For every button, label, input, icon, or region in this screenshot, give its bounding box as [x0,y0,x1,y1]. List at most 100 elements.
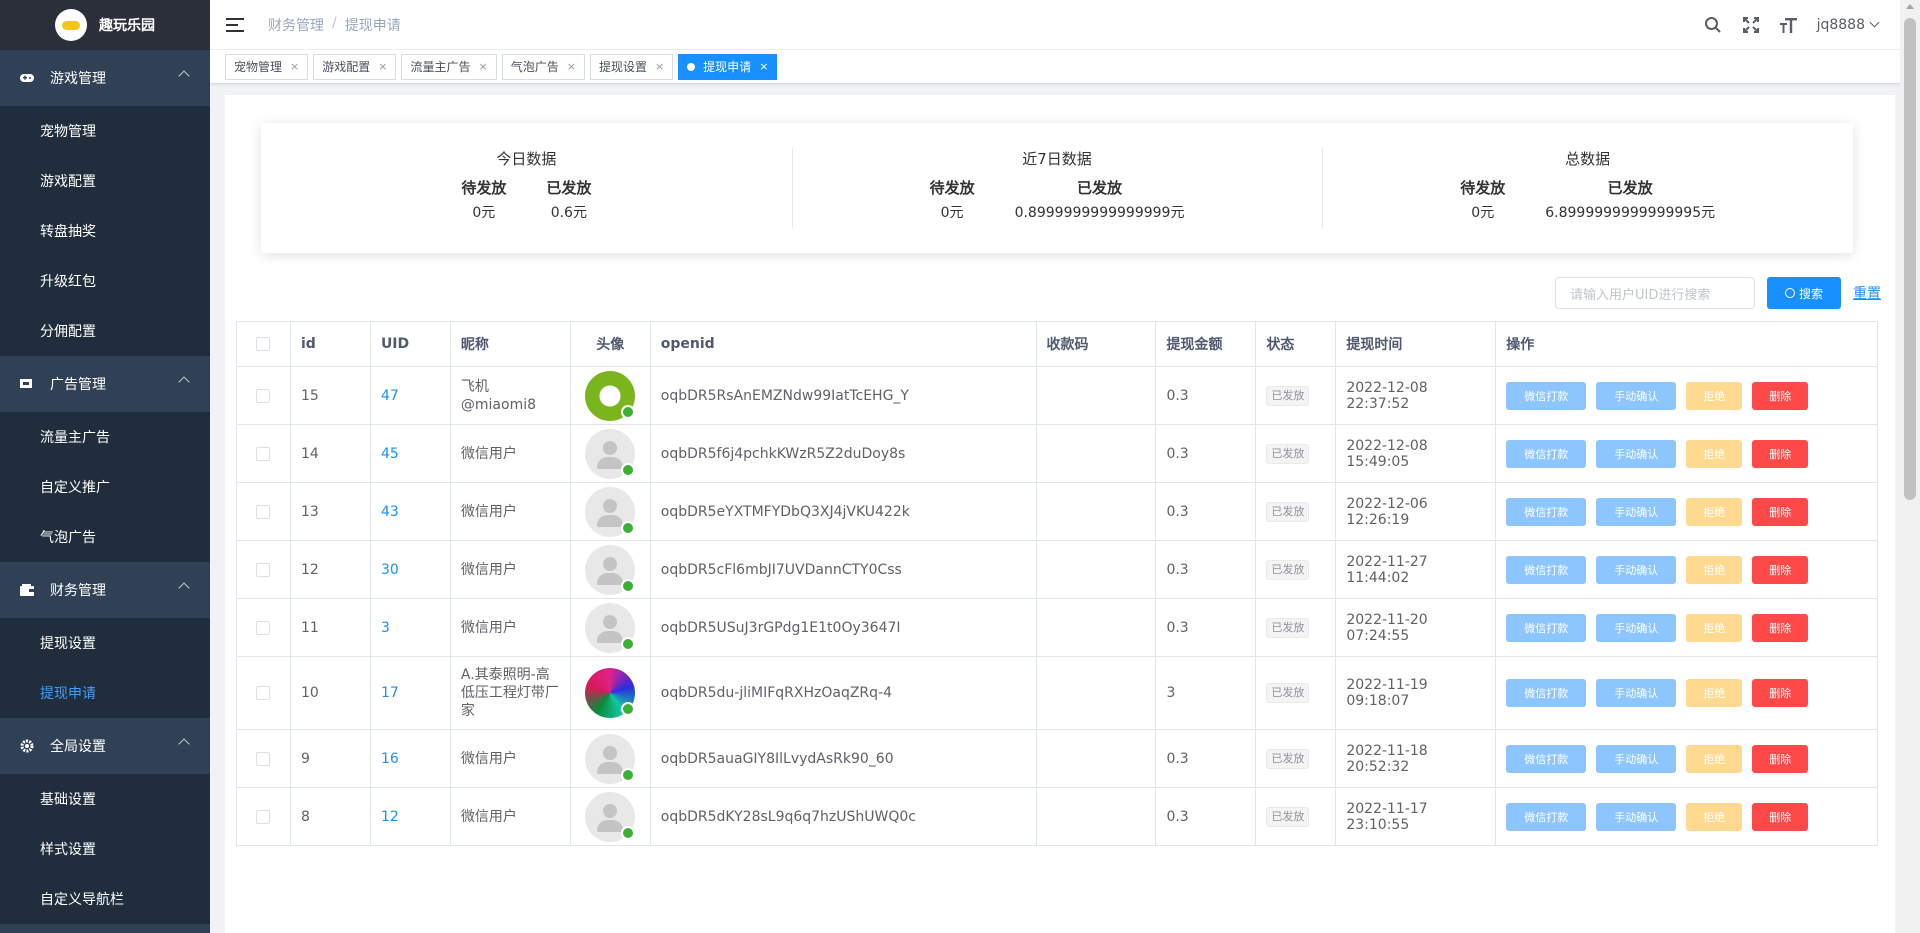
sidebar-group-3[interactable]: 全局设置 [0,718,210,774]
manual-confirm-button[interactable]: 手动确认 [1596,802,1677,831]
wechat-pay-button[interactable]: 微信打款 [1506,381,1587,410]
row-checkbox[interactable] [237,788,291,845]
row-checkbox[interactable] [237,541,291,598]
wechat-pay-button[interactable]: 微信打款 [1506,744,1587,773]
sidebar-item[interactable]: 宠物管理 [0,106,210,156]
sidebar-item[interactable]: 提现设置 [0,618,210,668]
delete-button[interactable]: 删除 [1752,744,1809,773]
wechat-pay-button[interactable]: 微信打款 [1506,679,1587,707]
cell-nickname: 微信用户 [451,483,571,540]
wechat-pay-button[interactable]: 微信打款 [1506,439,1587,468]
sidebar-item[interactable]: 自定义推广 [0,462,210,512]
tag-item[interactable]: 游戏配置 × [313,53,397,80]
wechat-pay-button[interactable]: 微信打款 [1506,802,1587,831]
avatar [585,486,636,537]
reject-button[interactable]: 拒绝 [1686,613,1743,642]
wechat-icon [621,578,636,593]
tag-item[interactable]: 宠物管理 × [225,53,309,80]
sidebar-item[interactable]: 分佣配置 [0,306,210,356]
uid-search-input[interactable]: 请输入用户UID进行搜索 [1555,277,1755,309]
uid-link[interactable]: 12 [381,809,399,825]
active-dot-icon [687,62,696,71]
delete-button[interactable]: 删除 [1752,497,1809,526]
tag-item[interactable]: 气泡广告 × [501,53,585,80]
font-size-icon[interactable] [1779,15,1799,35]
sidebar-group-1[interactable]: 广告管理 [0,356,210,412]
sidebar-item[interactable]: 样式设置 [0,824,210,874]
sidebar-group-0[interactable]: 游戏管理 [0,50,210,106]
select-all-checkbox[interactable] [237,322,291,366]
uid-link[interactable]: 30 [381,562,399,578]
close-icon[interactable]: × [378,60,387,73]
sidebar-item[interactable]: 流量主广告 [0,412,210,462]
logo[interactable]: 趣玩乐园 [0,0,210,50]
tag-item[interactable]: 提现申请 × [678,53,778,80]
manual-confirm-button[interactable]: 手动确认 [1596,439,1677,468]
manual-confirm-button[interactable]: 手动确认 [1596,555,1677,584]
wechat-pay-button[interactable]: 微信打款 [1506,555,1587,584]
sent-label: 已发放 [1077,179,1123,197]
uid-link[interactable]: 47 [381,388,399,404]
scroll-up-icon[interactable] [1906,4,1914,9]
tag-item[interactable]: 流量主广告 × [401,53,497,80]
reset-link[interactable]: 重置 [1853,283,1881,303]
delete-button[interactable]: 删除 [1752,802,1809,831]
reject-button[interactable]: 拒绝 [1686,381,1743,410]
delete-button[interactable]: 删除 [1752,613,1809,642]
sidebar-item[interactable]: 基础设置 [0,774,210,824]
sidebar-item[interactable]: 转盘抽奖 [0,206,210,256]
row-checkbox[interactable] [237,483,291,540]
wechat-pay-button[interactable]: 微信打款 [1506,497,1587,526]
reject-button[interactable]: 拒绝 [1686,744,1743,773]
sidebar-group-2[interactable]: 财务管理 [0,562,210,618]
sidebar-item[interactable]: 升级红包 [0,256,210,306]
row-checkbox[interactable] [237,425,291,482]
sidebar-item[interactable]: 自定义导航栏 [0,874,210,924]
close-icon[interactable]: × [759,60,768,73]
breadcrumb-item[interactable]: 财务管理 [268,15,324,35]
row-checkbox[interactable] [237,657,291,729]
reject-button[interactable]: 拒绝 [1686,679,1743,707]
reject-button[interactable]: 拒绝 [1686,802,1743,831]
sidebar-item[interactable]: 提现申请 [0,668,210,718]
hamburger-icon[interactable] [226,17,244,32]
close-icon[interactable]: × [655,60,664,73]
reject-button[interactable]: 拒绝 [1686,555,1743,584]
manual-confirm-button[interactable]: 手动确认 [1596,744,1677,773]
cell-payment-code [1037,483,1157,540]
cell-amount: 0.3 [1156,483,1257,540]
row-checkbox[interactable] [237,730,291,787]
fullscreen-icon[interactable] [1741,15,1761,35]
sidebar-item[interactable]: 游戏配置 [0,156,210,206]
cell-actions: 微信打款 手动确认 拒绝 删除 [1496,367,1878,424]
close-icon[interactable]: × [478,60,487,73]
sidebar-item[interactable]: 气泡广告 [0,512,210,562]
manual-confirm-button[interactable]: 手动确认 [1596,381,1677,410]
uid-link[interactable]: 3 [381,620,390,636]
close-icon[interactable]: × [567,60,576,73]
manual-confirm-button[interactable]: 手动确认 [1596,497,1677,526]
uid-link[interactable]: 43 [381,504,399,520]
uid-link[interactable]: 16 [381,751,399,767]
row-checkbox[interactable] [237,599,291,656]
delete-button[interactable]: 删除 [1752,381,1809,410]
close-icon[interactable]: × [290,60,299,73]
scroll-thumb[interactable] [1904,18,1916,500]
uid-link[interactable]: 17 [381,685,399,701]
page-scrollbar[interactable] [1900,0,1920,933]
delete-button[interactable]: 删除 [1752,439,1809,468]
reject-button[interactable]: 拒绝 [1686,439,1743,468]
search-icon[interactable] [1703,15,1723,35]
manual-confirm-button[interactable]: 手动确认 [1596,613,1677,642]
reject-button[interactable]: 拒绝 [1686,497,1743,526]
delete-button[interactable]: 删除 [1752,679,1809,707]
tag-item[interactable]: 提现设置 × [589,53,674,80]
manual-confirm-button[interactable]: 手动确认 [1596,679,1677,707]
row-checkbox[interactable] [237,367,291,424]
wechat-pay-button[interactable]: 微信打款 [1506,613,1587,642]
delete-button[interactable]: 删除 [1752,555,1809,584]
user-menu[interactable]: jq8888 [1817,17,1880,33]
search-button[interactable]: 搜索 [1767,277,1841,309]
cell-uid: 16 [371,730,451,787]
uid-link[interactable]: 45 [381,446,399,462]
